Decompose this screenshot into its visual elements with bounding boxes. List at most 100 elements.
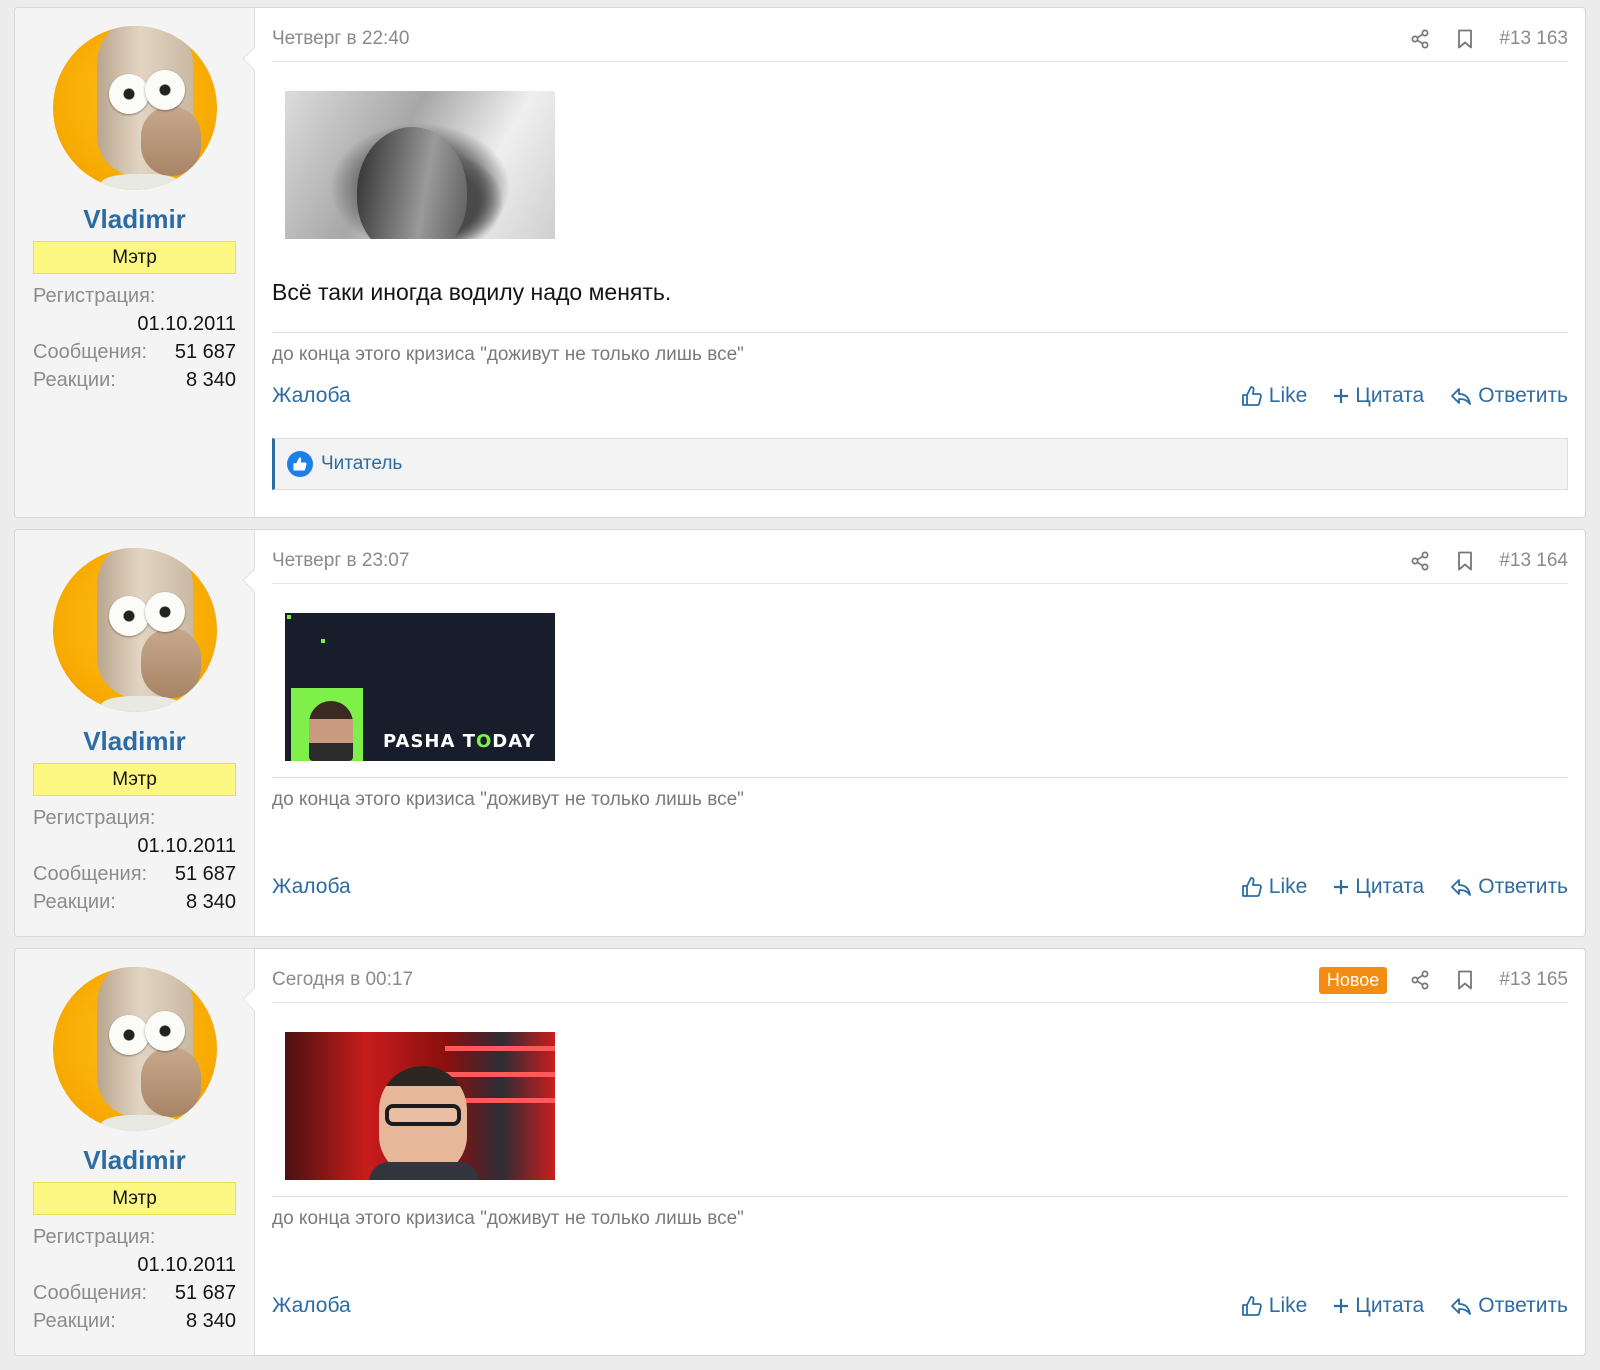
post-main: Четверг в 22:40 #13 163 Всё таки иногда … xyxy=(255,8,1585,517)
report-link[interactable]: Жалоба xyxy=(272,1294,351,1318)
like-reaction-icon xyxy=(287,451,313,477)
avatar[interactable] xyxy=(52,967,217,1131)
like-label: Like xyxy=(1268,1294,1308,1317)
plus-icon xyxy=(1334,1299,1349,1313)
reactions-label: Реакции: xyxy=(33,891,116,913)
post-header: Четверг в 22:40 #13 163 xyxy=(272,8,1568,62)
post-actions: Жалоба Like Цитата Ответить xyxy=(272,1294,1568,1318)
reply-icon xyxy=(1451,879,1472,896)
registration-date: 01.10.2011 xyxy=(137,1254,236,1276)
user-rank-badge: Мэтр xyxy=(33,763,236,796)
like-button[interactable]: Like xyxy=(1241,875,1308,899)
plus-icon xyxy=(1334,880,1349,894)
bookmark-icon[interactable] xyxy=(1454,969,1476,991)
messages-count: 51 687 xyxy=(174,341,236,363)
report-link[interactable]: Жалоба xyxy=(272,875,351,899)
reply-icon xyxy=(1451,388,1472,405)
reactions-count: 8 340 xyxy=(185,1310,236,1332)
messages-label: Сообщения: xyxy=(33,341,148,363)
like-label: Like xyxy=(1268,875,1308,898)
thumbs-up-icon xyxy=(1241,386,1262,406)
post: Vladimir Мэтр Регистрация: 01.10.2011 Со… xyxy=(14,529,1586,937)
quote-button[interactable]: Цитата xyxy=(1333,875,1424,899)
new-badge: Новое xyxy=(1318,966,1388,994)
post-number[interactable]: #13 164 xyxy=(1499,550,1568,572)
post-date[interactable]: Четверг в 23:07 xyxy=(272,550,409,572)
username[interactable]: Vladimir xyxy=(33,726,236,757)
post-date[interactable]: Четверг в 22:40 xyxy=(272,28,409,50)
avatar[interactable] xyxy=(52,26,217,190)
user-rank-badge: Мэтр xyxy=(33,1182,236,1215)
reply-label: Ответить xyxy=(1478,1294,1568,1317)
post-actions: Жалоба Like Цитата Ответить xyxy=(272,384,1568,408)
reply-button[interactable]: Ответить xyxy=(1450,1294,1568,1318)
reactor-link[interactable]: Читатель xyxy=(321,453,402,475)
share-icon[interactable] xyxy=(1409,28,1431,50)
quote-label: Цитата xyxy=(1355,1294,1425,1317)
reply-label: Ответить xyxy=(1478,384,1568,407)
plus-icon xyxy=(1334,389,1349,403)
reactions-bar: Читатель xyxy=(272,438,1568,490)
avatar[interactable] xyxy=(52,548,217,712)
registration-label: Регистрация: xyxy=(33,1226,156,1248)
post-header: Сегодня в 00:17 Новое #13 165 xyxy=(272,949,1568,1003)
thumbs-up-icon xyxy=(1241,877,1262,897)
reply-button[interactable]: Ответить xyxy=(1450,875,1568,899)
post-number[interactable]: #13 165 xyxy=(1499,969,1568,991)
reactions-count: 8 340 xyxy=(185,369,236,391)
thumbs-up-icon xyxy=(1241,1296,1262,1316)
registration-date: 01.10.2011 xyxy=(137,835,236,857)
registration-label: Регистрация: xyxy=(33,807,156,829)
reactions-label: Реакции: xyxy=(33,1310,116,1332)
post-actions: Жалоба Like Цитата Ответить xyxy=(272,875,1568,899)
user-panel: Vladimir Мэтр Регистрация: 01.10.2011 Со… xyxy=(15,949,255,1355)
like-button[interactable]: Like xyxy=(1241,1294,1308,1318)
thread: Vladimir Мэтр Регистрация: 01.10.2011 Со… xyxy=(14,7,1586,1367)
messages-label: Сообщения: xyxy=(33,863,148,885)
reply-label: Ответить xyxy=(1478,875,1568,898)
reply-button[interactable]: Ответить xyxy=(1450,384,1568,408)
reply-icon xyxy=(1451,1298,1472,1315)
user-rank-badge: Мэтр xyxy=(33,241,236,274)
report-link[interactable]: Жалоба xyxy=(272,384,351,408)
quote-label: Цитата xyxy=(1355,384,1425,407)
like-button[interactable]: Like xyxy=(1241,384,1308,408)
username[interactable]: Vladimir xyxy=(33,1145,236,1176)
user-stats: Регистрация: 01.10.2011 Сообщения: 51 687… xyxy=(33,282,236,394)
share-icon[interactable] xyxy=(1409,550,1431,572)
post-main: Сегодня в 00:17 Новое #13 165 до конца э… xyxy=(255,949,1585,1355)
post: Vladimir Мэтр Регистрация: 01.10.2011 Со… xyxy=(14,7,1586,518)
signature: до конца этого кризиса "доживут не тольк… xyxy=(272,332,1568,366)
username[interactable]: Vladimir xyxy=(33,204,236,235)
share-icon[interactable] xyxy=(1409,969,1431,991)
image-logo-text: PASHA TODAY xyxy=(383,731,536,752)
messages-count: 51 687 xyxy=(174,1282,236,1304)
quote-button[interactable]: Цитата xyxy=(1333,1294,1424,1318)
user-stats: Регистрация: 01.10.2011 Сообщения: 51 687… xyxy=(33,1223,236,1335)
like-label: Like xyxy=(1268,384,1308,407)
post-number[interactable]: #13 163 xyxy=(1499,28,1568,50)
signature: до конца этого кризиса "доживут не тольк… xyxy=(272,777,1568,811)
messages-label: Сообщения: xyxy=(33,1282,148,1304)
post-image[interactable]: PASHA TODAY xyxy=(285,613,555,761)
post-main: Четверг в 23:07 #13 164 PASHA TODAY до к… xyxy=(255,530,1585,936)
post: Vladimir Мэтр Регистрация: 01.10.2011 Со… xyxy=(14,948,1586,1356)
messages-count: 51 687 xyxy=(174,863,236,885)
quote-label: Цитата xyxy=(1355,875,1425,898)
post-header: Четверг в 23:07 #13 164 xyxy=(272,530,1568,584)
registration-label: Регистрация: xyxy=(33,285,156,307)
post-body: Всё таки иногда водилу надо менять. xyxy=(272,279,672,305)
registration-date: 01.10.2011 xyxy=(137,313,236,335)
signature: до конца этого кризиса "доживут не тольк… xyxy=(272,1196,1568,1230)
post-image[interactable] xyxy=(285,1032,555,1180)
bookmark-icon[interactable] xyxy=(1454,28,1476,50)
quote-button[interactable]: Цитата xyxy=(1333,384,1424,408)
user-panel: Vladimir Мэтр Регистрация: 01.10.2011 Со… xyxy=(15,530,255,936)
post-date[interactable]: Сегодня в 00:17 xyxy=(272,969,413,991)
post-image[interactable] xyxy=(285,91,555,239)
user-stats: Регистрация: 01.10.2011 Сообщения: 51 687… xyxy=(33,804,236,916)
reactions-label: Реакции: xyxy=(33,369,116,391)
reactions-count: 8 340 xyxy=(185,891,236,913)
bookmark-icon[interactable] xyxy=(1454,550,1476,572)
user-panel: Vladimir Мэтр Регистрация: 01.10.2011 Со… xyxy=(15,8,255,517)
